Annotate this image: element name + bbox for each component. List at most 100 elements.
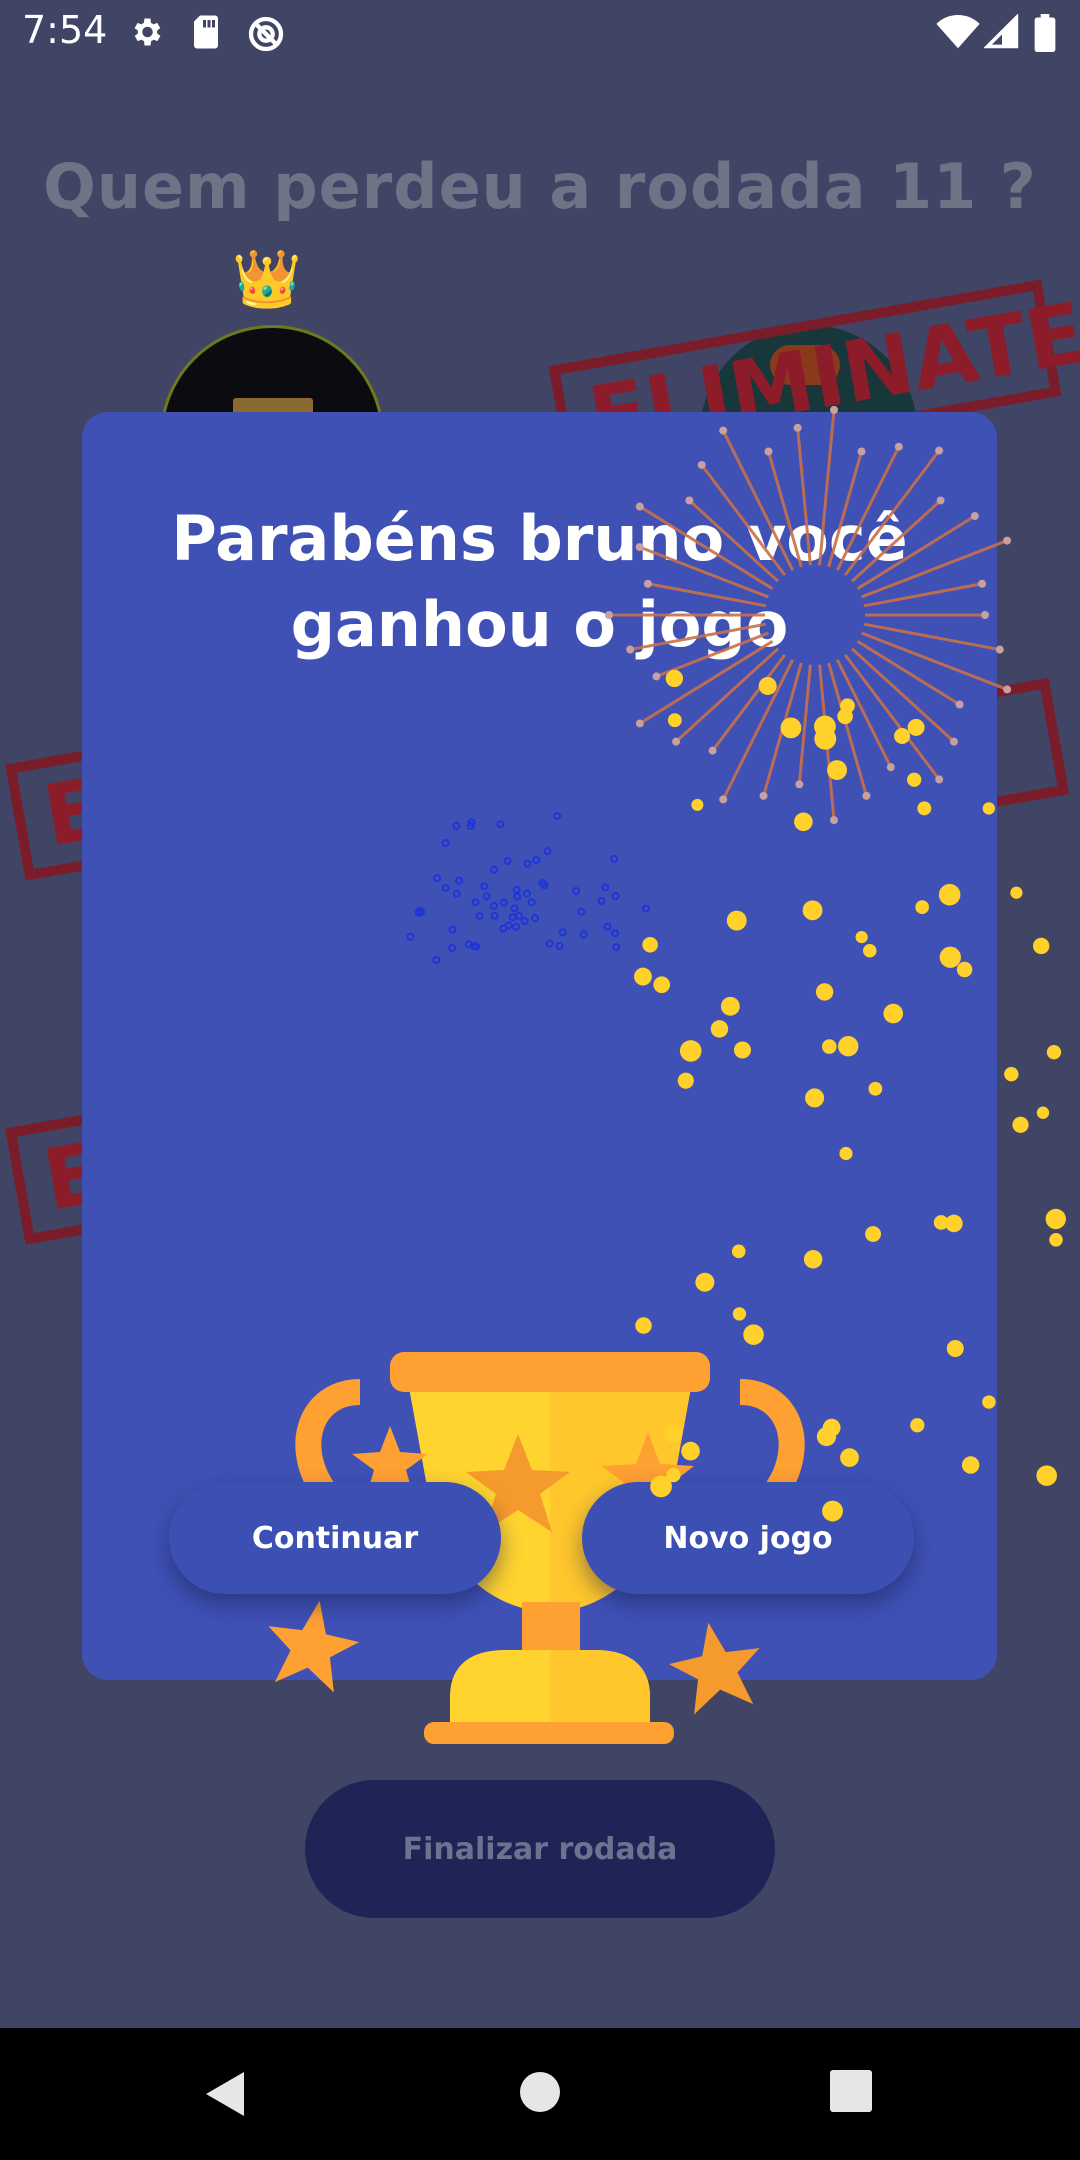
sparkle-dot bbox=[433, 874, 442, 883]
confetti-dot bbox=[1045, 1208, 1066, 1230]
sparkle-dot bbox=[499, 898, 508, 907]
sparkle-dot bbox=[490, 902, 499, 911]
firework-ray bbox=[861, 631, 1008, 691]
firework-spark bbox=[626, 645, 635, 654]
navigation-bar bbox=[0, 2028, 1080, 2160]
confetti-dot bbox=[821, 1039, 837, 1054]
firework-spark bbox=[635, 719, 644, 728]
fireworks-effect bbox=[406, 405, 1066, 1522]
confetti-dot bbox=[1032, 937, 1050, 955]
sparkle-dot bbox=[612, 943, 621, 952]
confetti-dot bbox=[933, 1215, 949, 1230]
sparkle-dot bbox=[597, 896, 606, 905]
firework-spark bbox=[981, 611, 989, 619]
home-icon[interactable] bbox=[516, 2068, 564, 2116]
firework-ray bbox=[639, 640, 774, 725]
sparkle-dot bbox=[514, 911, 523, 920]
confetti-dot bbox=[743, 1324, 764, 1345]
confetti-dot bbox=[907, 718, 925, 736]
confetti-dot bbox=[1010, 886, 1023, 899]
firework-ray bbox=[861, 539, 1008, 599]
sparkle-dot bbox=[577, 907, 586, 916]
firework-spark bbox=[970, 512, 979, 521]
firework-spark bbox=[935, 775, 944, 784]
confetti-dot bbox=[894, 727, 911, 745]
firework-spark bbox=[857, 447, 866, 456]
confetti-dot bbox=[939, 946, 961, 968]
sparkle-dot bbox=[482, 892, 491, 901]
sparkle-dot bbox=[523, 859, 532, 868]
firework-ray bbox=[818, 409, 836, 566]
confetti-dot bbox=[691, 798, 704, 811]
sparkle-dot bbox=[508, 913, 517, 922]
sparkle-dot bbox=[611, 892, 620, 901]
confetti-dot bbox=[956, 961, 973, 978]
firework-ray bbox=[639, 505, 774, 590]
sparkle-dot bbox=[496, 820, 505, 829]
recents-icon[interactable] bbox=[828, 2068, 874, 2114]
confetti-dot bbox=[839, 1146, 853, 1161]
confetti-dot bbox=[837, 708, 853, 725]
confetti-dot bbox=[1004, 1067, 1019, 1082]
confetti-dot bbox=[816, 1426, 837, 1447]
firework-spark bbox=[708, 746, 717, 755]
confetti-dot bbox=[653, 976, 671, 994]
sparkle-dot bbox=[523, 889, 532, 898]
firework-spark bbox=[978, 579, 987, 588]
sparkle-dot bbox=[603, 922, 612, 931]
firework-spark bbox=[635, 502, 644, 511]
sparkle-dot bbox=[641, 904, 650, 913]
sparkle-dot bbox=[475, 912, 484, 921]
sparkle-dot bbox=[432, 955, 441, 964]
firework-ray bbox=[827, 451, 863, 568]
confetti-dot bbox=[732, 1307, 747, 1321]
sparkle-dot bbox=[441, 883, 450, 892]
firework-spark bbox=[719, 795, 728, 804]
confetti-dot bbox=[1046, 1045, 1062, 1060]
sparkle-dot bbox=[553, 811, 562, 820]
confetti-dot bbox=[679, 1040, 702, 1062]
firework-ray bbox=[647, 582, 767, 608]
confetti-dot bbox=[1049, 1233, 1063, 1247]
firework-spark bbox=[955, 700, 964, 709]
game-screen: 7:54 Quem perdeu a rodada 11 ? 👑 ELIMINA… bbox=[0, 0, 1080, 2160]
firework-spark bbox=[949, 737, 958, 746]
sparkle-dot bbox=[558, 928, 567, 937]
sparkle-dot bbox=[490, 911, 499, 920]
confetti-dot bbox=[815, 983, 834, 1001]
confetti-dot bbox=[814, 715, 836, 738]
confetti-dot bbox=[642, 937, 658, 953]
sparkle-dot bbox=[572, 887, 581, 896]
confetti-dot bbox=[758, 676, 777, 695]
confetti-dot bbox=[1036, 1106, 1050, 1119]
firework-ray bbox=[797, 664, 812, 785]
confetti-dot bbox=[907, 772, 922, 787]
confetti-dot bbox=[677, 1072, 694, 1089]
sparkle-dot bbox=[512, 885, 521, 894]
confetti-dot bbox=[780, 717, 802, 739]
sparkle-dot bbox=[480, 882, 489, 891]
confetti-dot bbox=[695, 1272, 715, 1292]
sparkle-dot bbox=[532, 855, 541, 864]
sparkle-dot bbox=[452, 889, 461, 898]
sparkle-dot bbox=[527, 898, 536, 907]
firework-spark bbox=[935, 446, 944, 455]
firework-spark bbox=[764, 447, 773, 456]
confetti-dot bbox=[665, 669, 684, 688]
firework-ray bbox=[767, 451, 803, 568]
confetti-dot bbox=[634, 967, 652, 986]
sparkle-dot bbox=[448, 943, 457, 952]
back-icon[interactable] bbox=[200, 2068, 250, 2120]
sparkle-dot bbox=[513, 892, 522, 901]
sparkle-dot bbox=[520, 916, 529, 925]
firework-spark bbox=[685, 496, 694, 505]
sparkle-dot bbox=[543, 847, 552, 856]
sparkle-dot bbox=[441, 839, 450, 848]
firework-spark bbox=[936, 496, 945, 505]
firework-ray bbox=[711, 653, 787, 752]
firework-spark bbox=[795, 780, 804, 789]
confetti-dot bbox=[666, 1467, 681, 1483]
sparkle-dot bbox=[601, 883, 610, 892]
confetti-dot bbox=[1036, 1465, 1058, 1486]
firework-spark bbox=[719, 426, 728, 435]
